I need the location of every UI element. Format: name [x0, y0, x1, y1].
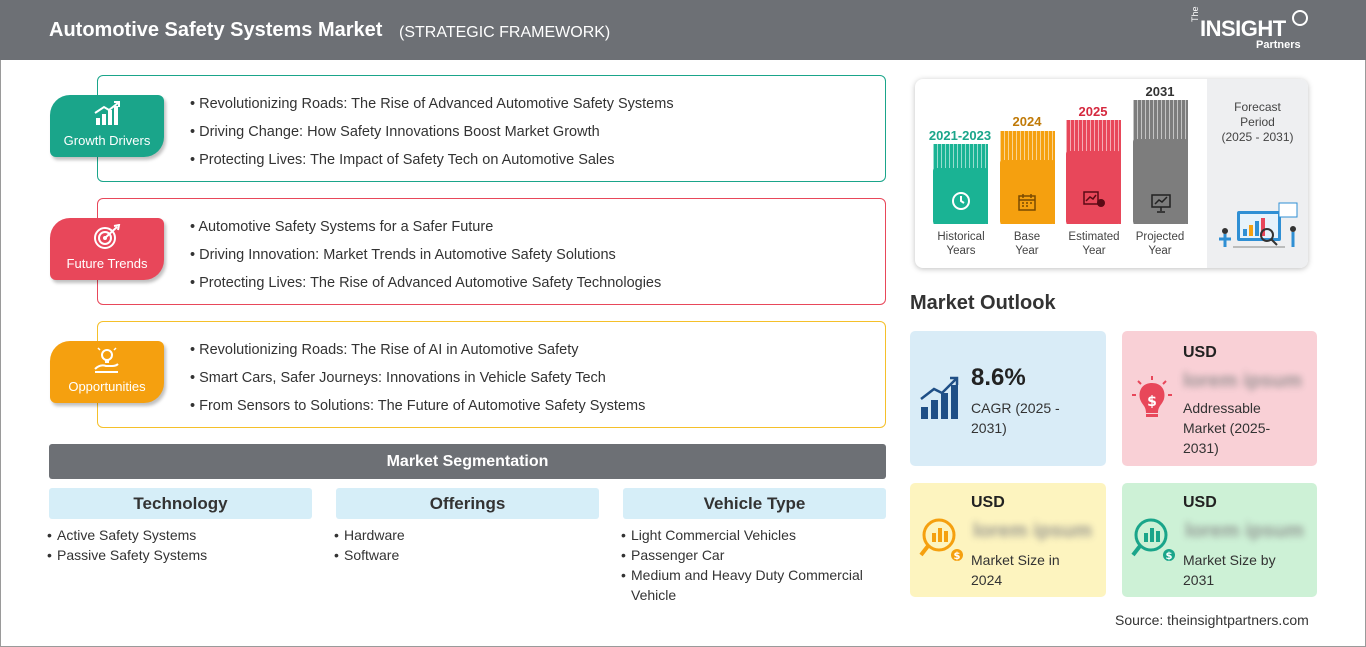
timeline-year-estimated: 2025: [1078, 104, 1108, 119]
timeline-year-historical: 2021-2023: [928, 128, 992, 143]
opportunities-box: Revolutionizing Roads: The Rise of AI in…: [97, 321, 886, 428]
offerings-heading: Offerings: [336, 488, 599, 519]
history-icon: [952, 192, 970, 210]
size-2024-usd: USD: [971, 494, 1005, 511]
forecast-label: Forecast: [1234, 100, 1281, 114]
addressable-label: Addressable Market (2025-2031): [1183, 400, 1271, 456]
growth-drivers-badge: Growth Drivers: [50, 95, 164, 157]
addressable-usd: USD: [1183, 344, 1217, 361]
timeline-year-projected: 2031: [1145, 84, 1175, 99]
vehicle-type-list: Light Commercial Vehicles Passenger Car …: [621, 525, 886, 605]
list-item: Passenger Car: [621, 545, 886, 565]
timeline-card: Forecast Period (2025 - 2031) 2021-2023: [915, 79, 1308, 268]
idea-bulb-icon: $: [1132, 376, 1172, 417]
list-item: Medium and Heavy Duty Commercial Vehicle: [621, 565, 886, 605]
forecast-period-panel: Forecast Period (2025 - 2031): [1207, 79, 1308, 268]
list-item: Revolutionizing Roads: The Rise of AI in…: [190, 340, 645, 368]
addressable-market-card: USD lorem ipsum $ Addressable Market (20…: [1122, 331, 1317, 466]
timeline-label-projected: Projected Year: [1135, 231, 1185, 257]
cagr-card: 8.6% CAGR (2025 - 2031): [910, 331, 1106, 466]
future-trends-list: Automotive Safety Systems for a Safer Fu…: [190, 217, 661, 301]
timeline-label-estimated: Estimated Year: [1068, 231, 1120, 257]
timeline-bar-estimated: [1066, 120, 1121, 224]
future-trends-label: Future Trends: [66, 256, 148, 271]
money-growth-icon: $: [1131, 518, 1175, 562]
vehicle-type-heading: Vehicle Type: [623, 488, 886, 519]
period-label: Period: [1240, 115, 1275, 129]
growth-chart-icon: [920, 376, 959, 419]
page-subtitle: (STRATEGIC FRAMEWORK): [399, 24, 611, 41]
market-size-2024-card: USD lorem ipsum $ Market Size in 2024: [910, 483, 1106, 597]
growth-drivers-list: Revolutionizing Roads: The Rise of Advan…: [190, 94, 674, 178]
list-item: Protecting Lives: The Impact of Safety T…: [190, 150, 674, 178]
future-trends-badge: Future Trends: [50, 218, 164, 280]
offerings-list: Hardware Software: [334, 525, 594, 565]
technology-heading: Technology: [49, 488, 312, 519]
cagr-value: 8.6%: [971, 364, 1026, 391]
future-trends-box: Automotive Safety Systems for a Safer Fu…: [97, 198, 886, 305]
list-item: Smart Cars, Safer Journeys: Innovations …: [190, 368, 645, 396]
timeline-bar-base: [1000, 131, 1055, 224]
list-item: Driving Innovation: Market Trends in Aut…: [190, 245, 661, 273]
size-2031-value: lorem ipsum: [1185, 520, 1304, 542]
bar-growth-icon: [94, 101, 120, 125]
opportunities-badge: Opportunities: [50, 341, 164, 403]
market-outlook-title: Market Outlook: [910, 292, 1056, 314]
list-item: Protecting Lives: The Rise of Advanced A…: [190, 273, 661, 301]
size-2031-usd: USD: [1183, 494, 1217, 511]
forecast-range: (2025 - 2031): [1221, 130, 1294, 144]
list-item: Passive Safety Systems: [47, 545, 307, 565]
estimate-chart-icon: [1083, 191, 1105, 207]
page-title: Automotive Safety Systems Market: [49, 19, 383, 41]
timeline-label-base: Base Year: [1013, 231, 1041, 257]
list-item: Light Commercial Vehicles: [621, 525, 886, 545]
addressable-value: lorem ipsum: [1183, 370, 1302, 392]
source-citation: Source: theinsightpartners.com: [1115, 612, 1309, 628]
opportunities-list: Revolutionizing Roads: The Rise of AI in…: [190, 340, 645, 424]
svg-text:$: $: [1166, 551, 1173, 562]
presentation-icon: [1151, 194, 1171, 213]
timeline-label-historical: Historical Years: [937, 231, 985, 257]
money-analysis-icon: $: [919, 518, 963, 562]
lightbulb-hand-icon: [94, 347, 119, 373]
insight-partners-logo: The INSIGHT Partners: [1190, 6, 1310, 54]
segmentation-title: Market Segmentation: [49, 444, 886, 479]
timeline-bar-projected: [1133, 100, 1188, 224]
list-item: Active Safety Systems: [47, 525, 307, 545]
timeline-bar-historical: [933, 144, 988, 224]
growth-drivers-box: Revolutionizing Roads: The Rise of Advan…: [97, 75, 886, 182]
list-item: Revolutionizing Roads: The Rise of Advan…: [190, 94, 673, 122]
size-2024-value: lorem ipsum: [973, 520, 1092, 542]
technology-list: Active Safety Systems Passive Safety Sys…: [47, 525, 307, 565]
list-item: From Sensors to Solutions: The Future of…: [190, 396, 645, 424]
list-item: Driving Change: How Safety Innovations B…: [190, 122, 674, 150]
target-icon: [94, 224, 121, 249]
size-2024-label: Market Size in 2024: [971, 552, 1060, 588]
svg-text:$: $: [1147, 394, 1157, 410]
svg-text:$: $: [954, 551, 961, 562]
list-item: Automotive Safety Systems for a Safer Fu…: [190, 217, 661, 245]
calendar-icon: [1018, 194, 1036, 211]
list-item: Software: [334, 545, 594, 565]
cagr-label: CAGR (2025 - 2031): [971, 400, 1060, 436]
list-item: Hardware: [334, 525, 594, 545]
opportunities-label: Opportunities: [68, 379, 146, 394]
growth-drivers-label: Growth Drivers: [63, 133, 151, 148]
analytics-illustration-icon: [1219, 202, 1298, 248]
header-bar: Automotive Safety Systems Market (STRATE…: [0, 0, 1366, 60]
size-2031-label: Market Size by 2031: [1183, 552, 1276, 588]
market-size-2031-card: USD lorem ipsum $ Market Size by 2031: [1122, 483, 1317, 597]
